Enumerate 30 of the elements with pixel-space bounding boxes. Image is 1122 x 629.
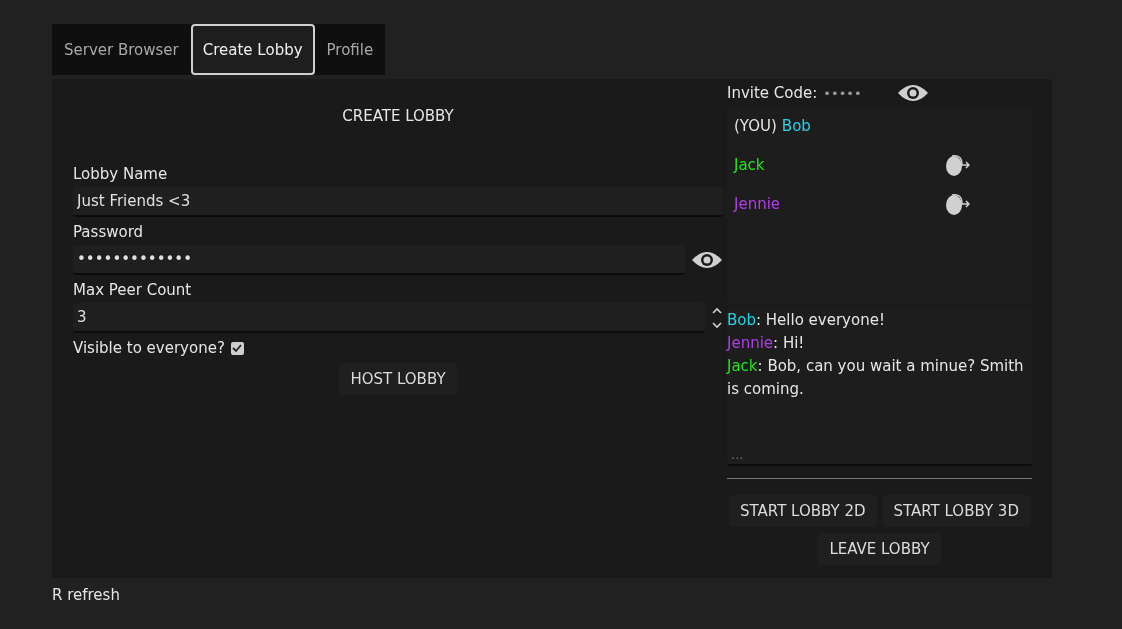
- tab[interactable]: Create Lobby: [190, 24, 315, 75]
- input-field[interactable]: 3: [73, 303, 705, 333]
- spinner-icon[interactable]: [711, 306, 723, 330]
- exit-icon[interactable]: [944, 191, 970, 216]
- eye-icon[interactable]: [691, 250, 723, 270]
- invite-code: •••••: [823, 85, 863, 101]
- refresh-hint: R refresh: [52, 586, 121, 604]
- chat-message: Jack: Bob, can you wait a minue? Smith is coming.: [727, 356, 1025, 400]
- you-tag: (YOU): [734, 116, 777, 135]
- lobby-button[interactable]: START LOBBY 2D: [729, 495, 877, 527]
- input-field[interactable]: •••••••••••••: [73, 245, 685, 275]
- field-label: Max Peer Count: [73, 281, 193, 299]
- invite-code-label: Invite Code:: [727, 84, 818, 102]
- lobby-button[interactable]: START LOBBY 3D: [882, 495, 1030, 527]
- field-label: Password: [73, 223, 145, 241]
- chat-message: Jennie: Hi!: [727, 333, 806, 354]
- checkbox-label: Visible to everyone?: [73, 339, 225, 357]
- player-name: Jack: [734, 155, 766, 174]
- exit-icon[interactable]: [944, 152, 970, 177]
- player-name: Jennie: [734, 194, 782, 213]
- eye-icon[interactable]: [897, 83, 930, 103]
- field-label: Lobby Name: [73, 165, 169, 183]
- lobby-button[interactable]: LEAVE LOBBY: [818, 533, 941, 565]
- chat-message: Bob: Hello everyone!: [727, 310, 886, 331]
- host-lobby-button[interactable]: HOST LOBBY: [339, 363, 457, 395]
- checkbox[interactable]: [230, 341, 244, 355]
- input-field[interactable]: Just Friends <3: [73, 187, 723, 217]
- form-title: CREATE LOBBY: [341, 107, 455, 125]
- chat-input[interactable]: ...: [727, 445, 1032, 464]
- player-name: Bob: [781, 116, 812, 135]
